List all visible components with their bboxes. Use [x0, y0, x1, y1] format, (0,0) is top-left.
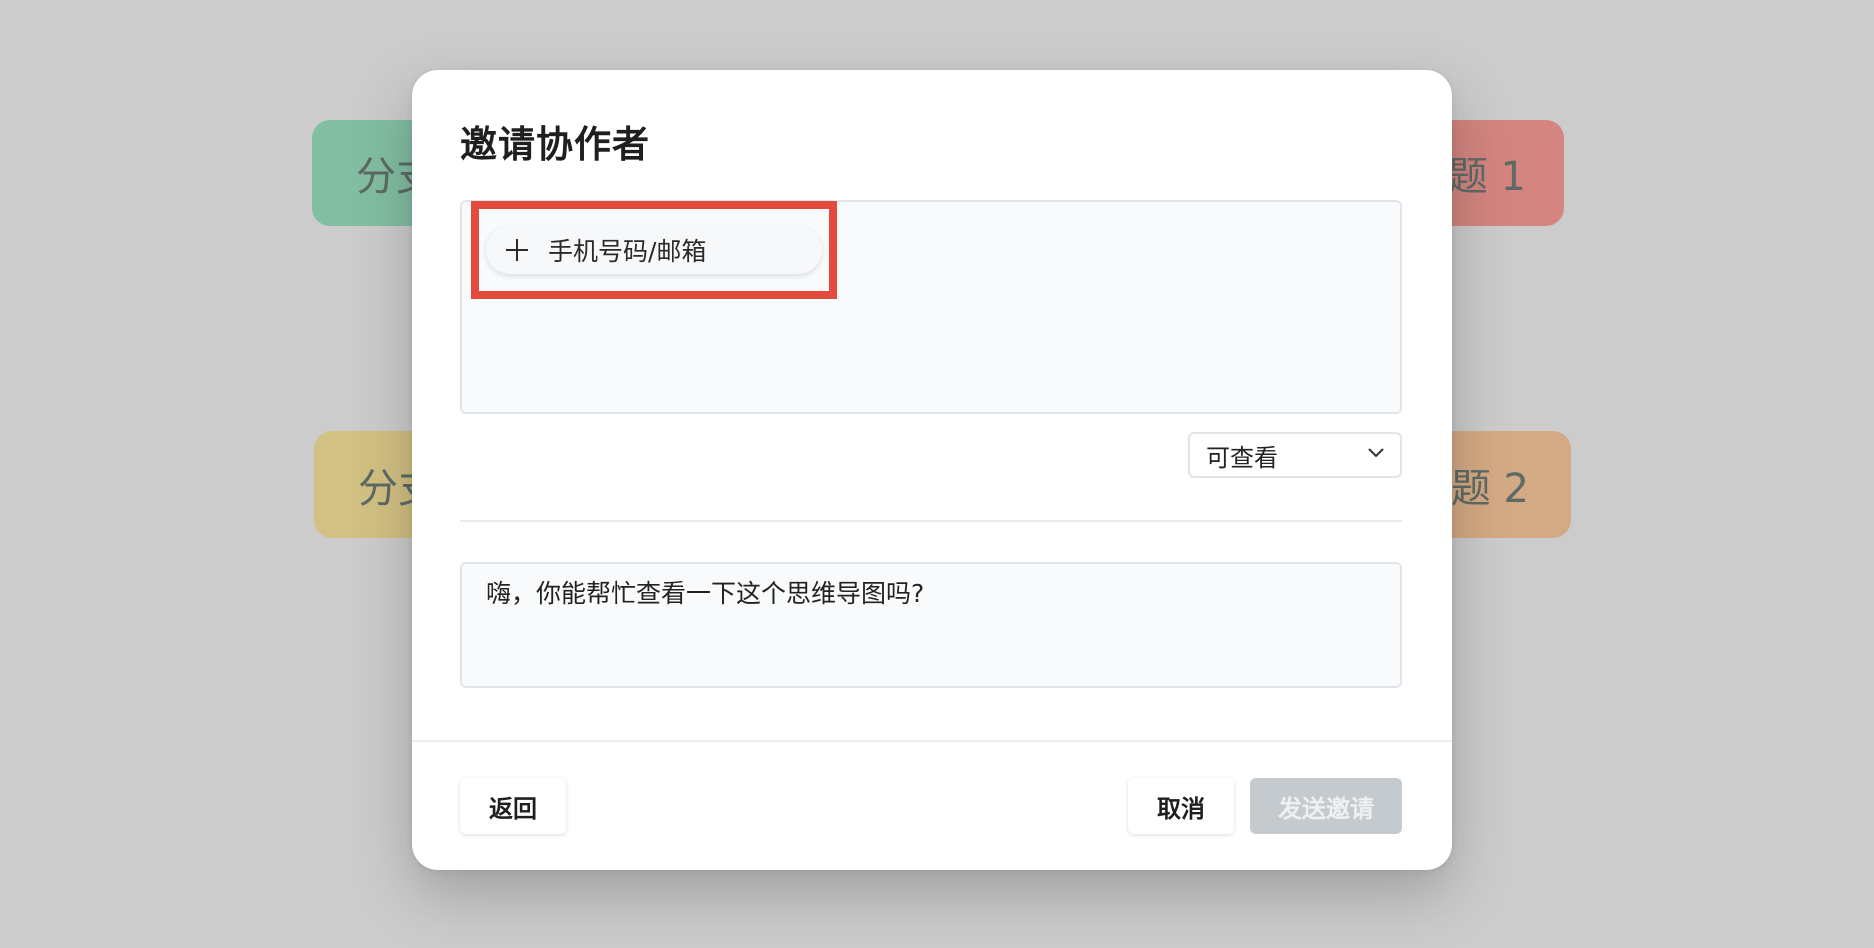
- section-divider: [460, 520, 1402, 522]
- plus-icon: [506, 239, 528, 261]
- send-invite-button[interactable]: 发送邀请: [1250, 778, 1402, 834]
- permission-selected-value: 可查看: [1206, 443, 1278, 472]
- back-button[interactable]: 返回: [460, 778, 566, 834]
- invite-collaborators-dialog: 邀请协作者 手机号码/邮箱 可查看 嗨，你能帮忙查看一下这个思维导图吗? 返回 …: [412, 70, 1452, 870]
- footer-divider: [412, 740, 1452, 742]
- permission-select[interactable]: 可查看: [1188, 432, 1402, 478]
- add-contact-button[interactable]: 手机号码/邮箱: [486, 226, 822, 274]
- dialog-title: 邀请协作者: [460, 123, 650, 166]
- invite-message-text: 嗨，你能帮忙查看一下这个思维导图吗?: [486, 579, 925, 608]
- chevron-down-icon: [1368, 448, 1384, 462]
- invite-message-textarea[interactable]: 嗨，你能帮忙查看一下这个思维导图吗?: [460, 562, 1402, 688]
- cancel-button[interactable]: 取消: [1128, 778, 1234, 834]
- add-contact-label: 手机号码/邮箱: [548, 237, 707, 266]
